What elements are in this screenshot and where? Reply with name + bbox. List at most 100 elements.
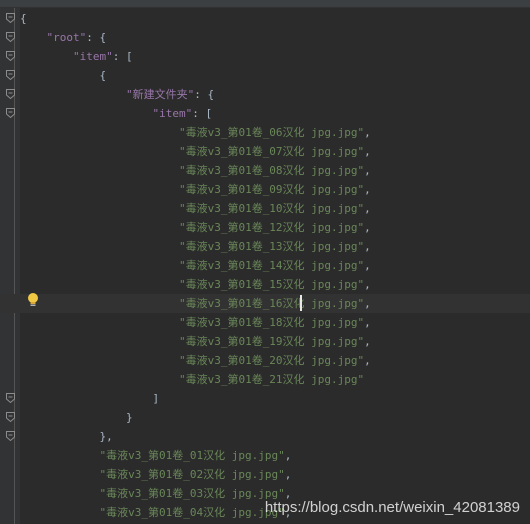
code-line[interactable]: "毒液v3_第01卷_10汉化 jpg.jpg",: [0, 199, 530, 218]
code-line[interactable]: "毒液v3_第01卷_09汉化 jpg.jpg",: [0, 180, 530, 199]
code-text: "毒液v3_第01卷_19汉化 jpg.jpg",: [20, 332, 371, 351]
json-string: "毒液v3_第01卷_18汉化 jpg.jpg": [178, 316, 365, 329]
json-key: "item": [152, 107, 193, 120]
code-line[interactable]: }: [0, 408, 530, 427]
json-punctuation: ,: [364, 335, 371, 348]
json-punctuation: ,: [284, 449, 292, 462]
code-line[interactable]: "毒液v3_第01卷_01汉化 jpg.jpg",: [0, 446, 530, 465]
code-line[interactable]: {: [0, 66, 530, 85]
json-punctuation: [20, 354, 179, 367]
json-punctuation: [20, 297, 179, 310]
json-punctuation: ,: [364, 183, 371, 196]
code-line[interactable]: "毒液v3_第01卷_19汉化 jpg.jpg",: [0, 332, 530, 351]
fold-marker-icon[interactable]: [6, 393, 15, 403]
json-punctuation: ,: [364, 354, 371, 367]
code-text: "毒液v3_第01卷_10汉化 jpg.jpg",: [20, 199, 371, 218]
json-punctuation: [20, 259, 179, 272]
code-line[interactable]: "毒液v3_第01卷_21汉化 jpg.jpg": [0, 370, 530, 389]
json-punctuation: }: [20, 411, 133, 424]
json-string: "毒液v3_第01卷_12汉化 jpg.jpg": [178, 221, 365, 234]
code-line[interactable]: "毒液v3_第01卷_15汉化 jpg.jpg",: [0, 275, 530, 294]
code-line[interactable]: },: [0, 427, 530, 446]
code-line[interactable]: {: [0, 9, 530, 28]
json-string: "毒液v3_第01卷_13汉化 jpg.jpg": [178, 240, 365, 253]
fold-marker-icon[interactable]: [6, 108, 15, 118]
json-punctuation: [20, 278, 179, 291]
code-text: {: [20, 9, 27, 28]
code-line[interactable]: "毒液v3_第01卷_13汉化 jpg.jpg",: [0, 237, 530, 256]
json-punctuation: ,: [364, 221, 371, 234]
code-line[interactable]: "毒液v3_第01卷_02汉化 jpg.jpg",: [0, 465, 530, 484]
code-line[interactable]: "毒液v3_第01卷_14汉化 jpg.jpg",: [0, 256, 530, 275]
code-line[interactable]: "item": [: [0, 104, 530, 123]
code-text: {: [20, 66, 106, 85]
json-punctuation: ,: [364, 164, 371, 177]
code-text: "毒液v3_第01卷_15汉化 jpg.jpg",: [20, 275, 371, 294]
fold-marker-icon[interactable]: [6, 89, 15, 99]
json-string: "毒液v3_第01卷_07汉化 jpg.jpg": [178, 145, 365, 158]
fold-marker-icon[interactable]: [6, 32, 15, 42]
code-line[interactable]: "毒液v3_第01卷_08汉化 jpg.jpg",: [0, 161, 530, 180]
json-punctuation: ,: [364, 259, 371, 272]
code-line[interactable]: "毒液v3_第01卷_07汉化 jpg.jpg",: [0, 142, 530, 161]
code-text: "毒液v3_第01卷_14汉化 jpg.jpg",: [20, 256, 371, 275]
json-punctuation: ,: [364, 278, 371, 291]
json-key: "item": [72, 50, 113, 63]
json-punctuation: : {: [86, 31, 107, 44]
json-string: "毒液v3_第01卷_03汉化 jpg.jpg": [99, 487, 285, 500]
code-text: "root": {: [20, 28, 107, 47]
json-punctuation: },: [20, 430, 113, 443]
code-line[interactable]: "毒液v3_第01卷_18汉化 jpg.jpg",: [0, 313, 530, 332]
code-line[interactable]: "新建文件夹": {: [0, 85, 530, 104]
code-line[interactable]: "毒液v3_第01卷_12汉化 jpg.jpg",: [0, 218, 530, 237]
watermark: https://blog.csdn.net/weixin_42081389: [264, 499, 520, 516]
code-text: ]: [20, 389, 159, 408]
fold-marker-icon[interactable]: [6, 51, 15, 61]
code-text: "毒液v3_第01卷_21汉化 jpg.jpg": [20, 370, 364, 389]
json-punctuation: [20, 145, 179, 158]
json-string: "毒液v3_第01卷_02汉化 jpg.jpg": [99, 468, 285, 481]
json-punctuation: ]: [20, 392, 160, 405]
code-line[interactable]: "毒液v3_第01卷_06汉化 jpg.jpg",: [0, 123, 530, 142]
code-text: "毒液v3_第01卷_09汉化 jpg.jpg",: [20, 180, 371, 199]
json-string: "毒液v3_第01卷_10汉化 jpg.jpg": [178, 202, 365, 215]
code-editor[interactable]: { "root": { "item": [ { "新建文件夹": { "item…: [0, 8, 530, 524]
json-punctuation: [20, 506, 99, 519]
code-line[interactable]: ]: [0, 389, 530, 408]
fold-marker-icon[interactable]: [6, 431, 15, 441]
fold-marker-icon[interactable]: [6, 412, 15, 422]
code-text: "毒液v3_第01卷_18汉化 jpg.jpg",: [20, 313, 371, 332]
json-punctuation: [20, 468, 99, 481]
code-line[interactable]: "毒液v3_第01卷_20汉化 jpg.jpg",: [0, 351, 530, 370]
code-text: "毒液v3_第01卷_13汉化 jpg.jpg",: [20, 237, 371, 256]
code-text: "item": [: [20, 47, 133, 66]
json-string: "毒液v3_第01卷_06汉化 jpg.jpg": [178, 126, 365, 139]
code-text: "item": [: [20, 104, 212, 123]
json-punctuation: [20, 31, 47, 44]
code-text: "毒液v3_第01卷_12汉化 jpg.jpg",: [20, 218, 371, 237]
json-punctuation: [20, 50, 73, 63]
json-punctuation: [20, 88, 126, 101]
code-line[interactable]: "item": [: [0, 47, 530, 66]
code-text: "毒液v3_第01卷_02汉化 jpg.jpg",: [20, 465, 291, 484]
code-line[interactable]: "毒液v3_第01卷_16汉化 jpg.jpg",: [0, 294, 530, 313]
json-punctuation: [20, 126, 179, 139]
lightbulb-icon[interactable]: [26, 292, 40, 308]
json-punctuation: ,: [364, 126, 371, 139]
code-line[interactable]: "root": {: [0, 28, 530, 47]
json-punctuation: [20, 221, 179, 234]
code-text: "毒液v3_第01卷_20汉化 jpg.jpg",: [20, 351, 371, 370]
json-punctuation: [20, 335, 179, 348]
json-key: "root": [46, 31, 87, 44]
json-punctuation: ,: [284, 468, 292, 481]
json-string: "毒液v3_第01卷_08汉化 jpg.jpg": [178, 164, 365, 177]
json-punctuation: {: [20, 12, 27, 25]
code-text: "毒液v3_第01卷_04汉化 jpg.jpg",: [20, 503, 291, 522]
json-string: "毒液v3_第01卷_21汉化 jpg.jpg": [178, 373, 365, 386]
code-text: "毒液v3_第01卷_08汉化 jpg.jpg",: [20, 161, 371, 180]
json-string: "毒液v3_第01卷_04汉化 jpg.jpg": [99, 506, 285, 519]
fold-marker-icon[interactable]: [6, 70, 15, 80]
json-punctuation: [20, 487, 99, 500]
json-key: "新建文件夹": [125, 88, 195, 101]
fold-marker-icon[interactable]: [6, 13, 15, 23]
